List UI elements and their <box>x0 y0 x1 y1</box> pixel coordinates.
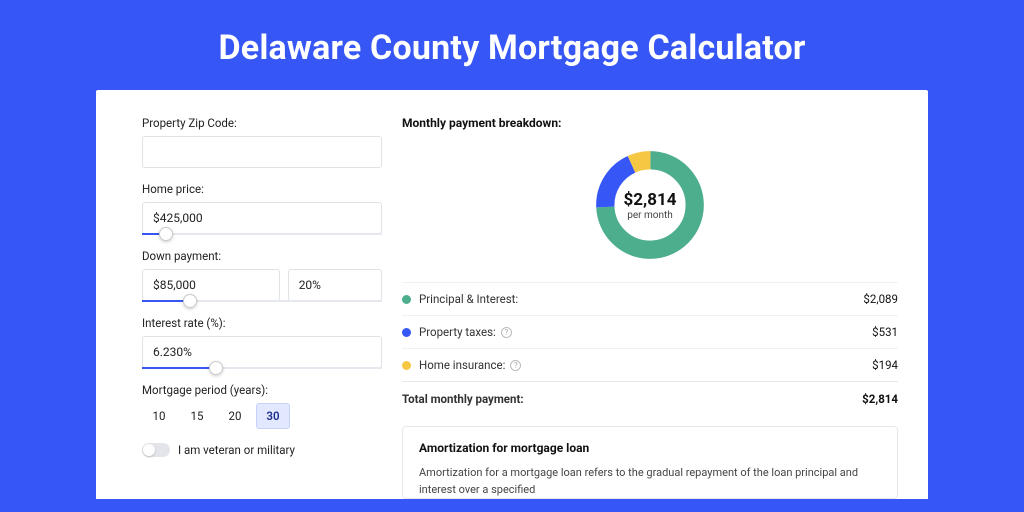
price-input[interactable] <box>142 202 382 234</box>
amort-title: Amortization for mortgage loan <box>419 441 881 455</box>
period-btn-30[interactable]: 30 <box>256 403 290 429</box>
total-label: Total monthly payment: <box>402 392 524 406</box>
donut-amount: $2,814 <box>624 190 677 210</box>
card-shadow: Property Zip Code: Home price: Down paym… <box>96 90 928 499</box>
row-taxes: Property taxes: ? $531 <box>402 315 898 348</box>
taxes-value: $531 <box>872 325 898 339</box>
down-amount-input[interactable] <box>142 269 280 301</box>
insurance-value: $194 <box>872 358 898 372</box>
price-field: Home price: <box>142 182 382 235</box>
results-column: Monthly payment breakdown: $2,814 per mo… <box>402 116 898 499</box>
zip-input[interactable] <box>142 136 382 168</box>
row-insurance: Home insurance: ? $194 <box>402 348 898 381</box>
row-total: Total monthly payment: $2,814 <box>402 381 898 420</box>
veteran-row: I am veteran or military <box>142 443 382 457</box>
period-btn-10[interactable]: 10 <box>142 403 176 429</box>
info-icon[interactable]: ? <box>501 327 512 338</box>
period-field: Mortgage period (years): 10 15 20 30 <box>142 383 382 429</box>
price-slider-thumb[interactable] <box>159 227 173 241</box>
period-btn-15[interactable]: 15 <box>180 403 214 429</box>
rate-input[interactable] <box>142 336 382 368</box>
calculator-card: Property Zip Code: Home price: Down paym… <box>96 90 928 499</box>
veteran-label: I am veteran or military <box>178 443 295 457</box>
zip-label: Property Zip Code: <box>142 116 382 130</box>
insurance-label: Home insurance: <box>419 358 505 372</box>
period-label: Mortgage period (years): <box>142 383 382 397</box>
veteran-toggle[interactable] <box>142 443 170 457</box>
rate-slider-fill <box>142 367 216 369</box>
dot-blue-icon <box>402 328 411 337</box>
dot-yellow-icon <box>402 361 411 370</box>
period-btn-20[interactable]: 20 <box>218 403 252 429</box>
rate-label: Interest rate (%): <box>142 316 382 330</box>
donut-chart: $2,814 per month <box>591 146 709 264</box>
rate-field: Interest rate (%): <box>142 316 382 369</box>
row-principal: Principal & Interest: $2,089 <box>402 282 898 315</box>
amortization-card: Amortization for mortgage loan Amortizat… <box>402 426 898 499</box>
donut-center: $2,814 per month <box>591 146 709 264</box>
donut-sub: per month <box>627 210 673 221</box>
principal-label: Principal & Interest: <box>419 292 518 306</box>
price-label: Home price: <box>142 182 382 196</box>
taxes-label: Property taxes: <box>419 325 496 339</box>
total-value: $2,814 <box>862 392 898 406</box>
info-icon[interactable]: ? <box>510 360 521 371</box>
down-field: Down payment: <box>142 249 382 302</box>
down-label: Down payment: <box>142 249 382 263</box>
rate-slider[interactable] <box>142 367 382 369</box>
zip-field: Property Zip Code: <box>142 116 382 168</box>
principal-value: $2,089 <box>863 292 898 306</box>
price-slider[interactable] <box>142 233 382 235</box>
rate-slider-thumb[interactable] <box>209 361 223 375</box>
dot-green-icon <box>402 295 411 304</box>
amort-text: Amortization for a mortgage loan refers … <box>419 465 881 498</box>
period-options: 10 15 20 30 <box>142 403 382 429</box>
breakdown-title: Monthly payment breakdown: <box>402 116 898 130</box>
inputs-column: Property Zip Code: Home price: Down paym… <box>142 116 382 499</box>
down-slider-thumb[interactable] <box>183 294 197 308</box>
down-slider[interactable] <box>142 300 382 302</box>
down-pct-input[interactable] <box>288 269 382 301</box>
donut-wrap: $2,814 per month <box>402 140 898 282</box>
page-title: Delaware County Mortgage Calculator <box>0 0 1024 90</box>
